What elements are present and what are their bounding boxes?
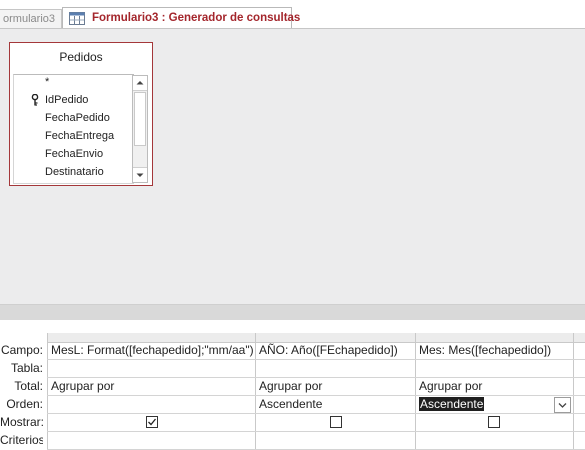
campo-cell[interactable]: AÑO: Año([FEchapedido]) (259, 342, 414, 359)
scroll-thumb[interactable] (134, 92, 146, 146)
row-label-orden: Orden: (6, 397, 43, 411)
field-destinatario[interactable]: Destinatario (45, 163, 104, 181)
orden-dropdown-button[interactable] (554, 397, 571, 413)
tab-query-builder[interactable]: Formulario3 : Generador de consultas (62, 7, 300, 30)
campo-cell[interactable]: MesL: Format([fechapedido];"mm/aa") (51, 342, 254, 359)
grid-row-line (47, 431, 585, 432)
campo-cell[interactable]: Mes: Mes([fechapedido]) (419, 342, 572, 359)
field-list-scrollbar[interactable] (132, 75, 148, 183)
arrow-down-icon (136, 173, 144, 177)
table-title[interactable]: Pedidos (10, 43, 152, 71)
grid-divider (415, 333, 416, 450)
mostrar-checkbox[interactable] (488, 416, 500, 428)
tab-label: Formulario3 : Generador de consultas (92, 12, 301, 24)
orden-cell[interactable] (51, 396, 254, 413)
pane-splitter[interactable] (0, 304, 585, 324)
total-cell[interactable]: Agrupar por (259, 378, 414, 395)
scroll-down-button[interactable] (133, 167, 147, 182)
field-fechaentrega[interactable]: FechaEntrega (45, 127, 114, 145)
orden-selected-value: Ascendente (419, 397, 485, 411)
primary-key-icon (31, 94, 39, 106)
grid-divider (573, 333, 574, 450)
grid-row-line (47, 359, 585, 360)
chevron-down-icon (558, 403, 567, 408)
row-label-campo: Campo: (0, 343, 43, 357)
row-label-criterios: Criterios: (0, 433, 43, 447)
row-label-tabla: Tabla: (10, 361, 43, 375)
field-idpedido[interactable]: IdPedido (45, 91, 88, 109)
arrow-up-icon (136, 81, 144, 85)
grid-divider (47, 333, 48, 450)
field-fechapedido[interactable]: FechaPedido (45, 109, 110, 127)
scroll-up-button[interactable] (133, 76, 147, 91)
query-icon (69, 12, 85, 25)
total-cell[interactable]: Agrupar por (419, 378, 572, 395)
orden-cell[interactable]: Ascendente (259, 396, 414, 413)
tab-label: ormulario3 (3, 13, 55, 25)
tab-formulario3[interactable]: ormulario3 (0, 9, 62, 29)
field-all[interactable]: * (45, 73, 49, 91)
grid-row-line (47, 413, 585, 414)
mostrar-checkbox[interactable] (146, 416, 158, 428)
document-tab-strip: ormulario3 Formulario3 : Generador de co… (0, 0, 585, 30)
field-fechaenvio[interactable]: FechaEnvio (45, 145, 103, 163)
row-label-total: Total: (14, 379, 43, 393)
mostrar-checkbox[interactable] (330, 416, 342, 428)
total-cell[interactable]: Agrupar por (51, 378, 254, 395)
row-label-mostrar: Mostrar: (0, 415, 43, 429)
grid-divider (255, 333, 256, 450)
checkmark-icon (148, 418, 157, 426)
orden-select[interactable]: Ascendente (419, 396, 551, 413)
